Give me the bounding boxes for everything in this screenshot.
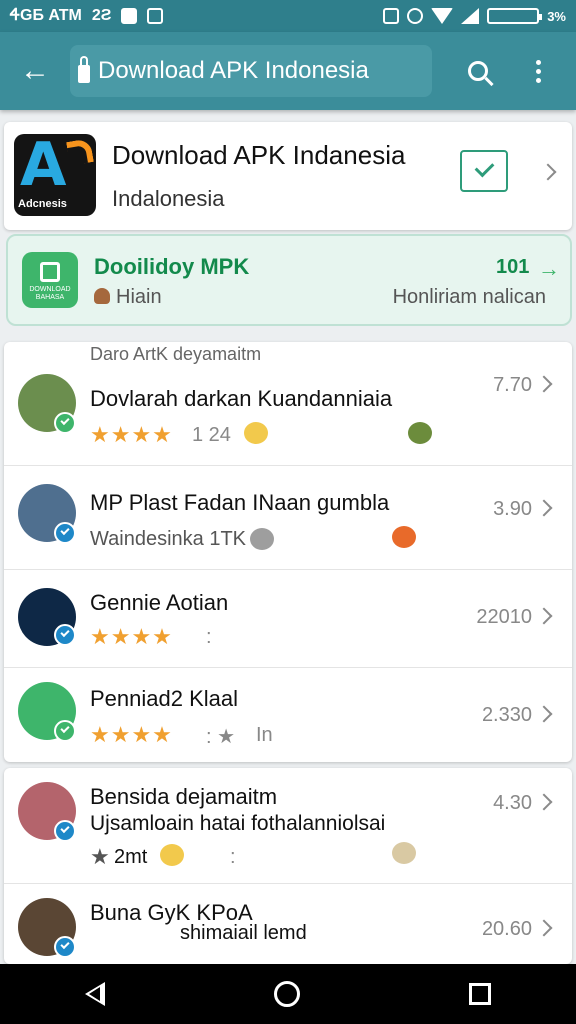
promo-banner[interactable]: DOWNLOAD BAHASA Dooilidoy MPK Hiain 101 … [6, 234, 572, 326]
review-list-2: Bensida dejamaitm Ujsamloain hatai fotha… [4, 768, 572, 964]
review-subtitle: Ujsamloain hatai fothalanniolsai [90, 812, 386, 835]
promo-icon-text: DOWNLOAD BAHASA [29, 286, 71, 301]
verified-badge-icon [54, 624, 76, 646]
nav-home-icon[interactable] [273, 981, 300, 1007]
review-rating: 3.90 [493, 498, 532, 520]
verified-badge-icon [54, 720, 76, 742]
verified-badge-icon [54, 820, 76, 842]
promo-title: Dooilidoy MPK [94, 254, 250, 279]
status-carrier-text: ᏎGБ ATM [10, 7, 82, 24]
list-header: Daro ArtK deyamaitm [54, 342, 304, 368]
url-text: Download APK Indonesia [98, 57, 369, 84]
app-logo-text: Adcnesis [18, 198, 67, 210]
chevron-right-icon[interactable] [535, 705, 553, 723]
review-meta-2: In [256, 724, 273, 746]
vibrate-icon [383, 8, 400, 24]
signal-icon [461, 8, 480, 24]
review-meta: 2mt [114, 846, 148, 868]
browser-toolbar: ← Download APK Indonesia [0, 32, 576, 110]
status-bar: ᏎGБ ATM 2Ƨ 3% [0, 0, 576, 32]
wifi-icon [431, 8, 454, 24]
emoji-icon [244, 422, 268, 444]
star-rating: ★★★★ [90, 422, 173, 447]
chevron-right-icon[interactable] [539, 163, 557, 181]
list-item[interactable]: Dovlarah darkan Kuandanniaia ★★★★ 1 24 7… [4, 368, 572, 466]
app-logo: A Adcnesis [14, 134, 96, 216]
verified-badge-icon [54, 412, 76, 434]
list-item[interactable]: MP Plast Fadan INaan gumbla Waindesinka … [4, 466, 572, 570]
review-meta: : ★ [206, 726, 236, 748]
battery-percent: 3% [547, 8, 566, 24]
list-item[interactable]: Bensida dejamaitm Ujsamloain hatai fotha… [4, 768, 572, 884]
review-subtitle: Waindesinka 1TK [90, 528, 246, 550]
review-meta: 1 24 [192, 424, 231, 446]
emoji-icon [392, 526, 416, 548]
review-list: Daro ArtK deyamaitm Dovlarah darkan Kuan… [4, 342, 572, 762]
notification-image-icon [147, 8, 164, 24]
chevron-right-icon[interactable] [535, 375, 553, 393]
promo-user-icon [94, 288, 110, 304]
review-title: Bensida dejamaitm [90, 784, 278, 809]
review-rating: 2.330 [481, 704, 532, 726]
sticker-icon [392, 842, 416, 864]
review-rating: 22010 [476, 606, 532, 628]
chevron-right-icon[interactable] [535, 607, 553, 625]
arrow-right-icon[interactable]: → [538, 256, 560, 282]
info-icon [250, 528, 274, 550]
review-title: Gennie Aotian [90, 590, 229, 615]
verified-badge-icon [54, 522, 76, 544]
lock-icon [78, 56, 90, 83]
nav-back-icon[interactable] [84, 982, 105, 1006]
search-icon [468, 61, 488, 81]
nav-recents-icon[interactable] [469, 983, 492, 1005]
review-subtitle: shimaiail lemd [180, 922, 307, 944]
promo-app-icon: DOWNLOAD BAHASA [22, 252, 78, 308]
sticker-icon [408, 422, 432, 444]
more-options-button[interactable] [508, 32, 568, 110]
url-bar[interactable]: Download APK Indonesia [70, 45, 432, 97]
app-header-card[interactable]: A Adcnesis Download APK Indanesia Indalo… [4, 122, 572, 230]
star-rating: ★★★★ [90, 722, 173, 747]
promo-right-text: Honliriam nalican [392, 286, 546, 308]
star-rating: ★★★★ [90, 624, 173, 649]
review-rating: 4.30 [493, 792, 532, 814]
app-title: Download APK Indanesia [112, 140, 406, 170]
app-subtitle: Indalonesia [112, 186, 225, 211]
chevron-right-icon[interactable] [535, 919, 553, 937]
alarm-icon [407, 8, 424, 24]
promo-subtitle: Hiain [116, 286, 162, 308]
list-item[interactable]: Buna GyK KPoA shimaiail lemd 20.60 [4, 884, 572, 964]
review-title: Penniad2 Klaal [90, 686, 239, 711]
review-meta-2: : [230, 846, 236, 868]
review-rating: 20.60 [481, 918, 532, 940]
back-arrow-icon[interactable]: ← [0, 32, 70, 110]
more-vert-icon [535, 59, 541, 83]
chevron-right-icon[interactable] [535, 499, 553, 517]
chevron-right-icon[interactable] [535, 793, 553, 811]
emoji-icon [160, 844, 184, 866]
search-button[interactable] [448, 32, 508, 110]
battery-icon [487, 8, 543, 24]
verified-download-icon[interactable] [460, 150, 508, 192]
verified-badge-icon [54, 936, 76, 958]
list-item[interactable]: Penniad2 Klaal ★★★★ : ★ In 2.330 [4, 668, 572, 762]
review-title: Dovlarah darkan Kuandanniaia [90, 386, 393, 411]
notification-square-icon [121, 8, 138, 24]
status-notification-icon: 2Ƨ [91, 7, 112, 24]
review-rating: 7.70 [493, 374, 532, 396]
promo-count: 101 [496, 256, 530, 278]
review-meta: : [206, 626, 212, 648]
list-item[interactable]: Gennie Aotian ★★★★ : 22010 [4, 570, 572, 668]
system-nav-bar [0, 964, 576, 1024]
star-rating: ★ [90, 844, 111, 869]
review-title: MP Plast Fadan INaan gumbla [90, 490, 390, 515]
